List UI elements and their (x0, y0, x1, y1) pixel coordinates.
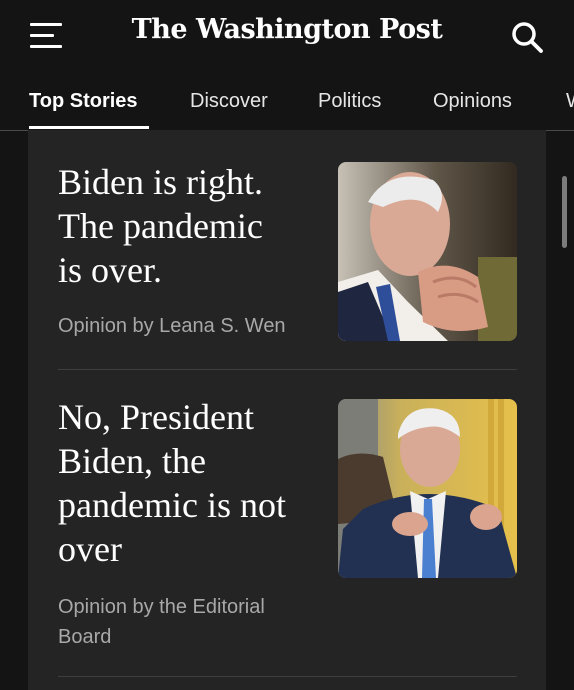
headline-line[interactable]: The pandemic (58, 204, 328, 248)
search-icon[interactable] (510, 20, 544, 54)
headline-line[interactable]: pandemic is not (58, 483, 333, 527)
headline-line[interactable]: is over. (58, 248, 328, 292)
tab-politics[interactable]: Politics (318, 90, 381, 113)
app-header: The Washington Post (0, 0, 574, 72)
tab-top-stories[interactable]: Top Stories (29, 90, 138, 113)
masthead-logo[interactable]: The Washington Post (0, 14, 574, 45)
scrollbar-thumb[interactable] (562, 176, 567, 248)
tab-opinions[interactable]: Opinions (433, 90, 512, 113)
story-divider (58, 369, 517, 370)
story-byline[interactable]: Opinion by Leana S. Wen (58, 311, 328, 341)
headline-line[interactable]: Biden, the (58, 439, 333, 483)
story-headline[interactable]: No, President Biden, the pandemic is not… (58, 395, 333, 571)
active-tab-indicator (29, 126, 149, 129)
headline-line[interactable]: over (58, 527, 333, 571)
story-thumbnail-image[interactable] (338, 162, 517, 341)
byline-line[interactable]: Opinion by the Editorial (58, 592, 328, 622)
story-divider (58, 676, 517, 677)
story-thumbnail-image[interactable] (338, 399, 517, 578)
headline-line[interactable]: Biden is right. (58, 160, 328, 204)
tab-discover[interactable]: Discover (190, 90, 268, 113)
headline-line[interactable]: No, President (58, 395, 333, 439)
section-tabs: Top Stories Discover Politics Opinions W (0, 78, 574, 131)
story-byline[interactable]: Opinion by the Editorial Board (58, 592, 328, 652)
byline-line[interactable]: Board (58, 622, 328, 652)
story-headline[interactable]: Biden is right. The pandemic is over. (58, 160, 328, 292)
tab-partial[interactable]: W (566, 90, 574, 113)
